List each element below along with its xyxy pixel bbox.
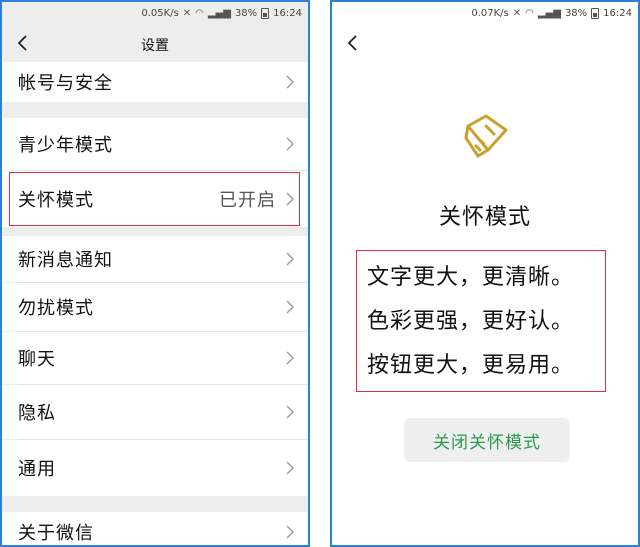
chevron-right-icon <box>286 300 294 314</box>
settings-item-account-security[interactable]: 帐号与安全 <box>2 62 308 102</box>
chevron-right-icon <box>286 351 294 365</box>
close-care-mode-button[interactable]: 关闭关怀模式 <box>404 418 570 462</box>
clock: 16:24 <box>603 7 632 19</box>
chevron-right-icon <box>286 525 294 539</box>
chevron-right-icon <box>286 405 294 419</box>
battery-icon <box>261 7 270 19</box>
chevron-right-icon <box>286 75 294 89</box>
settings-item-do-not-disturb[interactable]: 勿扰模式 <box>2 283 308 331</box>
network-speed: 0.05K/s <box>141 7 179 19</box>
care-mode-title: 关怀模式 <box>438 205 531 230</box>
settings-item-general[interactable]: 通用 <box>2 440 308 496</box>
settings-item-label: 隐私 <box>18 403 56 424</box>
battery-icon <box>591 7 600 19</box>
settings-item-chat[interactable]: 聊天 <box>2 332 308 384</box>
settings-item-label: 关于微信 <box>18 523 94 544</box>
settings-item-label: 勿扰模式 <box>18 298 94 319</box>
settings-item-new-message-notifications[interactable]: 新消息通知 <box>2 236 308 282</box>
wifi-icon: ◠ <box>525 7 534 19</box>
settings-item-privacy[interactable]: 隐私 <box>2 385 308 439</box>
back-arrow-icon[interactable] <box>346 34 360 52</box>
page-title: 设置 <box>141 38 169 54</box>
mute-icon: ✕ <box>182 7 192 19</box>
status-bar: 0.07K/s ✕ ◠ ▂▄▆ 38% 16:24 <box>471 4 632 22</box>
settings-item-teen-mode[interactable]: 青少年模式 <box>2 118 308 170</box>
settings-item-label: 通用 <box>18 459 56 480</box>
chevron-right-icon <box>286 461 294 475</box>
chevron-right-icon <box>286 137 294 151</box>
clock: 16:24 <box>273 7 302 19</box>
chevron-right-icon <box>286 252 294 266</box>
network-speed: 0.07K/s <box>471 7 509 19</box>
mute-icon: ✕ <box>512 7 522 19</box>
feature-text-larger: 文字更大，更清晰。 <box>367 265 575 290</box>
care-mode-screen: 0.07K/s ✕ ◠ ▂▄▆ 38% 16:24 关怀模式 文字更大，更清晰。… <box>330 0 640 547</box>
settings-item-label: 青少年模式 <box>18 135 113 156</box>
battery-level: 38% <box>564 7 588 19</box>
settings-item-label: 新消息通知 <box>18 250 113 271</box>
settings-item-label: 帐号与安全 <box>18 73 113 94</box>
feature-list: 文字更大，更清晰。 色彩更强，更好认。 按钮更大，更易用。 <box>356 250 606 392</box>
status-bar: 0.05K/s ✕ ◠ ▂▄▆ 38% 16:24 <box>141 4 302 22</box>
signal-icon: ▂▄▆ <box>537 7 561 19</box>
signal-icon: ▂▄▆ <box>207 7 231 19</box>
battery-level: 38% <box>234 7 258 19</box>
feature-text-color: 色彩更强，更好认。 <box>367 309 575 334</box>
settings-item-about-wechat[interactable]: 关于微信 <box>2 512 308 545</box>
wifi-icon: ◠ <box>195 7 204 19</box>
settings-item-label: 聊天 <box>18 349 56 370</box>
highlight-box <box>9 172 300 226</box>
care-mode-hand-icon <box>464 114 508 158</box>
settings-screen: 0.05K/s ✕ ◠ ▂▄▆ 38% 16:24 设置 帐号与安全 青少年模式… <box>0 0 310 547</box>
feature-text-buttons: 按钮更大，更易用。 <box>367 353 575 378</box>
